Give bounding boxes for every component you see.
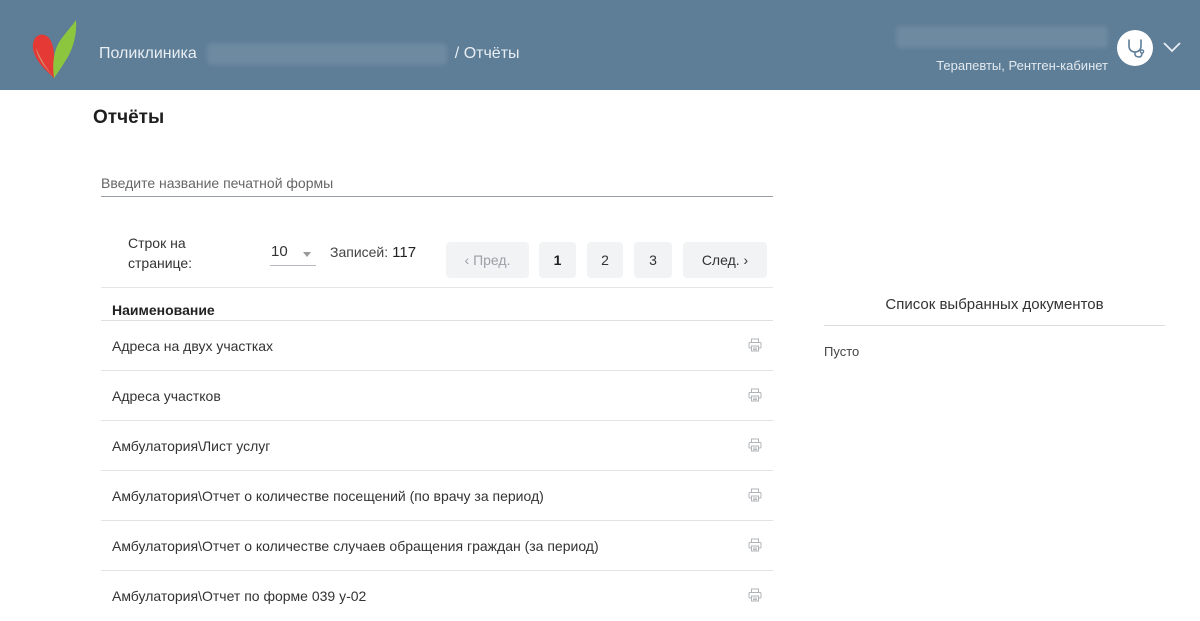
- row-label: Амбулатория\Лист услуг: [112, 438, 271, 454]
- breadcrumb-clinic[interactable]: Поликлиника: [99, 45, 197, 63]
- table-row[interactable]: Амбулатория\Отчет по форме 039 у-02: [101, 571, 773, 621]
- page-title: Отчёты: [93, 107, 165, 128]
- rows-per-page-select[interactable]: 10: [270, 243, 316, 266]
- rows-label-line2: странице:: [128, 255, 193, 271]
- printer-icon[interactable]: [748, 338, 762, 352]
- records-label: Записей:: [330, 244, 389, 260]
- page-1-button[interactable]: 1: [539, 242, 576, 278]
- rows-per-page-label: Строк на странице:: [128, 233, 192, 273]
- table-row[interactable]: Адреса на двух участках: [101, 321, 773, 371]
- printer-icon[interactable]: [748, 538, 762, 552]
- printer-icon[interactable]: [748, 488, 762, 502]
- next-page-button[interactable]: След. ›: [683, 242, 767, 278]
- avatar[interactable]: [1117, 30, 1153, 66]
- redacted-user-name: [896, 26, 1108, 48]
- column-header-name[interactable]: Наименование: [101, 287, 773, 321]
- dropdown-arrow-icon: [303, 252, 311, 257]
- printer-icon[interactable]: [748, 388, 762, 402]
- row-label: Адреса участков: [112, 388, 221, 404]
- breadcrumb-current: / Отчёты: [454, 45, 520, 62]
- user-role: Терапевты, Рентген-кабинет: [936, 58, 1108, 73]
- top-header: Поликлиника / Отчёты Терапевты, Рентген-…: [0, 0, 1200, 90]
- row-label: Амбулатория\Отчет о количестве посещений…: [112, 488, 544, 504]
- page-2-button[interactable]: 2: [587, 242, 623, 278]
- rows-per-page-value: 10: [271, 243, 288, 260]
- user-info[interactable]: Терапевты, Рентген-кабинет: [896, 26, 1108, 73]
- table-row[interactable]: Амбулатория\Отчет о количестве посещений…: [101, 471, 773, 521]
- row-label: Амбулатория\Отчет по форме 039 у-02: [112, 588, 367, 604]
- page-3-button[interactable]: 3: [634, 242, 672, 278]
- divider: [824, 325, 1165, 326]
- printer-icon[interactable]: [748, 438, 762, 452]
- selected-docs-title: Список выбранных документов: [885, 296, 1104, 313]
- prev-page-button[interactable]: ‹ Пред.: [446, 242, 529, 278]
- rows-label-line1: Строк на: [128, 235, 186, 251]
- stethoscope-icon: [1128, 39, 1145, 58]
- app-logo-icon[interactable]: [30, 18, 78, 80]
- search-input[interactable]: [101, 170, 773, 197]
- redacted-clinic-name: [206, 43, 447, 65]
- selected-docs-empty: Пусто: [824, 344, 860, 359]
- table-row[interactable]: Амбулатория\Лист услуг: [101, 421, 773, 471]
- printer-icon[interactable]: [748, 588, 762, 602]
- reports-table: Наименование Адреса на двух участках Адр…: [101, 287, 773, 621]
- table-row[interactable]: Амбулатория\Отчет о количестве случаев о…: [101, 521, 773, 571]
- records-value: 117: [392, 244, 417, 261]
- breadcrumb: Поликлиника / Отчёты: [99, 43, 520, 65]
- chevron-down-icon[interactable]: [1162, 40, 1182, 54]
- records-count: Записей: 117: [330, 244, 416, 261]
- table-row[interactable]: Адреса участков: [101, 371, 773, 421]
- row-label: Адреса на двух участках: [112, 338, 274, 354]
- row-label: Амбулатория\Отчет о количестве случаев о…: [112, 538, 599, 554]
